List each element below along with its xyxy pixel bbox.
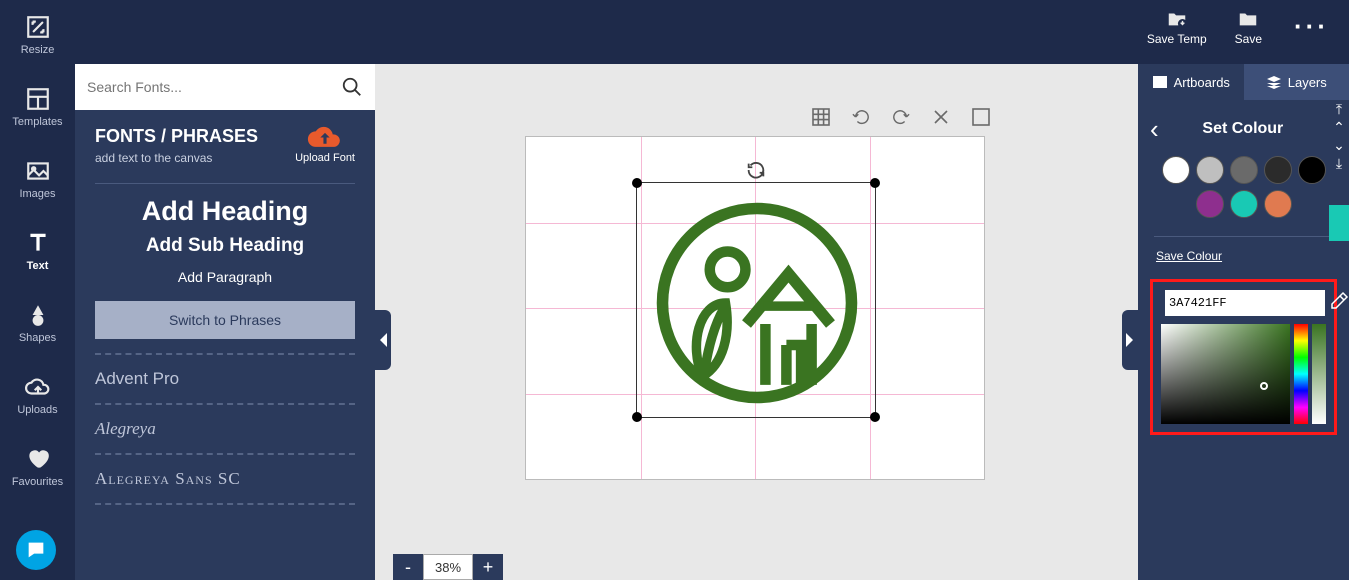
swatch[interactable] (1264, 156, 1292, 184)
fonts-panel: FONTS / PHRASES add text to the canvas U… (75, 64, 375, 580)
zoom-value[interactable]: 38% (423, 554, 473, 580)
resize-handle-se[interactable] (870, 412, 880, 422)
text-icon (24, 230, 52, 256)
add-heading-button[interactable]: Add Heading (75, 196, 375, 227)
scroll-down-button[interactable]: ⌄ (1329, 136, 1349, 154)
upload-font-button[interactable]: Upload Font (295, 122, 355, 164)
swatch[interactable] (1196, 190, 1224, 218)
left-rail: Resize Templates Images Text Shapes Uplo… (0, 0, 75, 580)
shapes-icon (24, 302, 52, 328)
right-panel: Artboards Layers ‹ Set Colour Save Colou… (1138, 64, 1349, 580)
rail-resize[interactable]: Resize (0, 10, 75, 60)
font-item[interactable]: Advent Pro (95, 353, 355, 403)
color-picker (1150, 279, 1337, 435)
canvas-area[interactable]: - 38% + (375, 64, 1138, 580)
collapse-left-panel[interactable] (375, 310, 391, 370)
undo-icon[interactable] (852, 108, 870, 126)
folder-download-icon (1164, 8, 1190, 30)
scroll-up-button[interactable]: ⌃ (1329, 118, 1349, 136)
rail-favourites[interactable]: Favourites (0, 442, 75, 492)
back-button[interactable]: ‹ (1150, 116, 1159, 142)
add-subheading-button[interactable]: Add Sub Heading (75, 235, 375, 257)
chat-button[interactable] (16, 530, 56, 570)
rail-uploads[interactable]: Uploads (0, 370, 75, 420)
scroll-bottom-button[interactable]: ⤓ (1329, 154, 1349, 172)
resize-handle-ne[interactable] (870, 178, 880, 188)
artboards-icon (1152, 75, 1168, 89)
selection-box[interactable] (636, 182, 876, 418)
section-title: Set Colour (1169, 120, 1317, 138)
uploads-icon (24, 374, 52, 400)
swatch[interactable] (1264, 190, 1292, 218)
swatch[interactable] (1298, 156, 1326, 184)
redo-icon[interactable] (892, 108, 910, 126)
add-paragraph-button[interactable]: Add Paragraph (75, 269, 375, 285)
zoom-in-button[interactable]: + (473, 554, 503, 580)
eyedropper-button[interactable] (1329, 291, 1349, 316)
images-icon (24, 158, 52, 184)
search-input[interactable] (87, 79, 341, 95)
swatch-grid (1150, 152, 1337, 232)
resize-handle-nw[interactable] (632, 178, 642, 188)
hue-slider[interactable] (1294, 324, 1308, 424)
scroll-top-button[interactable]: ⤒ (1329, 100, 1349, 118)
save-button[interactable]: Save (1235, 8, 1262, 46)
folder-icon (1235, 8, 1261, 30)
switch-phrases-button[interactable]: Switch to Phrases (95, 301, 355, 339)
tab-artboards[interactable]: Artboards (1138, 64, 1244, 100)
font-item[interactable]: Alegreya (95, 403, 355, 453)
collapse-right-panel[interactable] (1122, 310, 1138, 370)
font-item[interactable]: Alegreya Sans SC (95, 453, 355, 503)
resize-handle-sw[interactable] (632, 412, 642, 422)
heart-icon (24, 446, 52, 472)
rail-images[interactable]: Images (0, 154, 75, 204)
artboard-box-icon[interactable] (972, 108, 990, 126)
rail-templates[interactable]: Templates (0, 82, 75, 132)
rail-shapes[interactable]: Shapes (0, 298, 75, 348)
accent-tab[interactable] (1329, 205, 1349, 241)
close-icon[interactable] (932, 108, 950, 126)
alpha-slider[interactable] (1312, 324, 1326, 424)
search-icon[interactable] (341, 76, 363, 98)
hex-input[interactable] (1165, 290, 1325, 316)
templates-icon (24, 86, 52, 112)
zoom-out-button[interactable]: - (393, 554, 423, 580)
zoom-control: - 38% + (393, 554, 503, 580)
swatch[interactable] (1162, 156, 1190, 184)
cloud-upload-icon (306, 122, 344, 150)
resize-icon (24, 14, 52, 40)
artboard[interactable] (525, 136, 985, 480)
layers-icon (1266, 75, 1282, 89)
grid-icon[interactable] (812, 108, 830, 126)
font-list: Advent Pro Alegreya Alegreya Sans SC (75, 353, 375, 505)
swatch[interactable] (1230, 190, 1258, 218)
save-temp-button[interactable]: Save Temp (1147, 8, 1207, 46)
search-bar (75, 64, 375, 110)
swatch[interactable] (1196, 156, 1224, 184)
more-menu-button[interactable]: ··· (1294, 23, 1329, 31)
rotate-handle[interactable] (745, 159, 767, 186)
tab-layers[interactable]: Layers (1244, 64, 1349, 100)
save-colour-link[interactable]: Save Colour (1156, 249, 1222, 263)
chat-icon (25, 539, 47, 561)
rail-text[interactable]: Text (0, 226, 75, 276)
swatch[interactable] (1230, 156, 1258, 184)
saturation-box[interactable] (1161, 324, 1290, 424)
